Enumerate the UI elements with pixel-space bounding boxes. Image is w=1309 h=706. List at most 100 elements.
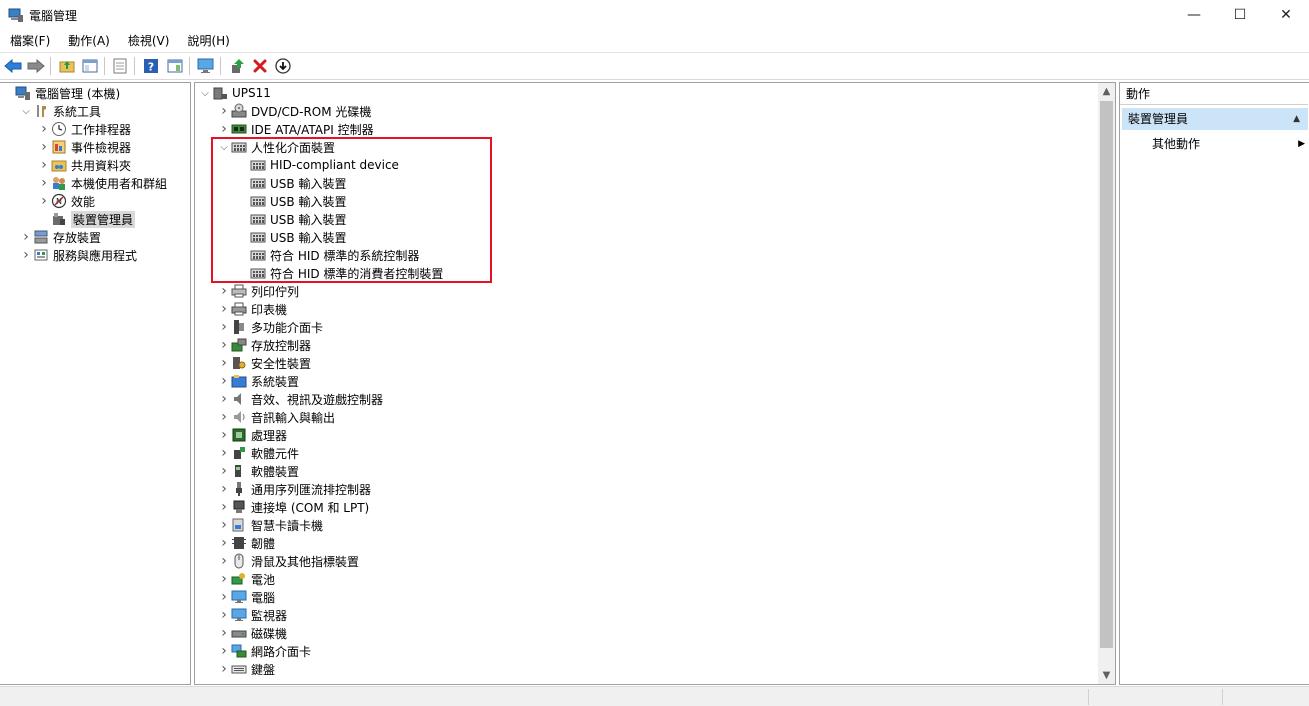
- collapse-chevron-icon[interactable]: ›: [217, 102, 231, 120]
- collapse-chevron-icon[interactable]: ›: [217, 534, 231, 552]
- collapse-chevron-icon[interactable]: ›: [217, 354, 231, 372]
- collapse-chevron-icon[interactable]: ›: [217, 318, 231, 336]
- device-tree-item[interactable]: › 通用序列匯流排控制器: [217, 480, 371, 498]
- console-tree-item[interactable]: › 本機使用者和群組: [37, 174, 167, 192]
- device-tree-item[interactable]: › 連接埠 (COM 和 LPT): [217, 498, 369, 516]
- forward-button[interactable]: [26, 56, 46, 76]
- device-tree-item[interactable]: › 軟體元件: [217, 444, 299, 462]
- device-tree-item[interactable]: › 處理器: [217, 426, 287, 444]
- expand-chevron-icon[interactable]: ⌵: [217, 138, 231, 156]
- device-tree-item[interactable]: › 網路介面卡: [217, 642, 311, 660]
- device-tree-item[interactable]: › 印表機: [217, 300, 287, 318]
- collapse-chevron-icon[interactable]: ›: [217, 516, 231, 534]
- device-tree-item[interactable]: 符合 HID 標準的系統控制器: [236, 246, 419, 264]
- collapse-chevron-icon[interactable]: ›: [217, 552, 231, 570]
- collapse-chevron-icon[interactable]: ›: [217, 120, 231, 138]
- console-tree-item[interactable]: 裝置管理員: [37, 210, 136, 228]
- device-tree-item[interactable]: HID-compliant device: [236, 156, 399, 174]
- console-tree-item[interactable]: › 共用資料夾: [37, 156, 131, 174]
- device-tree-item[interactable]: USB 輸入裝置: [236, 228, 346, 246]
- device-tree-item[interactable]: ⌵ 人性化介面裝置: [217, 138, 335, 156]
- collapse-chevron-icon[interactable]: ›: [37, 120, 51, 138]
- device-tree-item[interactable]: 符合 HID 標準的消費者控制裝置: [236, 264, 443, 282]
- collapse-icon[interactable]: ▲: [1293, 108, 1300, 130]
- menu-help[interactable]: 說明(H): [177, 31, 237, 51]
- collapse-chevron-icon[interactable]: ›: [217, 408, 231, 426]
- device-tree-item[interactable]: › 安全性裝置: [217, 354, 311, 372]
- collapse-chevron-icon[interactable]: ›: [37, 156, 51, 174]
- properties-button[interactable]: [110, 56, 130, 76]
- collapse-chevron-icon[interactable]: ›: [217, 642, 231, 660]
- collapse-chevron-icon[interactable]: ›: [217, 300, 231, 318]
- action-pane-button[interactable]: [165, 56, 185, 76]
- scrollbar-thumb[interactable]: [1100, 101, 1113, 648]
- menu-view[interactable]: 檢視(V): [118, 31, 178, 51]
- console-tree-item[interactable]: › N 效能: [37, 192, 95, 210]
- device-tree-item[interactable]: ⌵ UPS11: [198, 84, 271, 102]
- disable-device-button[interactable]: [273, 56, 293, 76]
- console-tree-item[interactable]: › 服務與應用程式: [19, 246, 137, 264]
- device-tree-item[interactable]: › 列印佇列: [217, 282, 299, 300]
- collapse-chevron-icon[interactable]: ›: [217, 570, 231, 588]
- device-tree-item[interactable]: › 系統裝置: [217, 372, 299, 390]
- collapse-chevron-icon[interactable]: ›: [217, 480, 231, 498]
- uninstall-device-button[interactable]: [250, 56, 270, 76]
- menu-action[interactable]: 動作(A): [58, 31, 118, 51]
- collapse-chevron-icon[interactable]: ›: [37, 138, 51, 156]
- collapse-chevron-icon[interactable]: ›: [19, 228, 33, 246]
- collapse-chevron-icon[interactable]: ›: [217, 390, 231, 408]
- device-tree-item[interactable]: › IDE ATA/ATAPI 控制器: [217, 120, 373, 138]
- device-tree-item[interactable]: › 電腦: [217, 588, 275, 606]
- scroll-down-icon[interactable]: ▼: [1098, 667, 1115, 684]
- device-tree-item[interactable]: › 音效、視訊及遊戲控制器: [217, 390, 383, 408]
- scan-hardware-button[interactable]: [196, 56, 216, 76]
- more-actions-item[interactable]: 其他動作 ▶: [1152, 134, 1307, 154]
- collapse-chevron-icon[interactable]: ›: [217, 426, 231, 444]
- expand-chevron-icon[interactable]: ⌵: [19, 102, 33, 120]
- menu-file[interactable]: 檔案(F): [0, 31, 58, 51]
- update-driver-button[interactable]: [227, 56, 247, 76]
- collapse-chevron-icon[interactable]: ›: [217, 282, 231, 300]
- device-tree-item[interactable]: USB 輸入裝置: [236, 210, 346, 228]
- device-tree-item[interactable]: › 電池: [217, 570, 275, 588]
- collapse-chevron-icon[interactable]: ›: [217, 606, 231, 624]
- collapse-chevron-icon[interactable]: ›: [37, 174, 51, 192]
- device-tree-item[interactable]: › 磁碟機: [217, 624, 287, 642]
- vertical-scrollbar[interactable]: ▲ ▼: [1098, 83, 1115, 684]
- up-folder-button[interactable]: [57, 56, 77, 76]
- device-tree-item[interactable]: › 鍵盤: [217, 660, 275, 678]
- show-hide-tree-button[interactable]: [80, 56, 100, 76]
- back-button[interactable]: [3, 56, 23, 76]
- device-tree-item[interactable]: › 多功能介面卡: [217, 318, 323, 336]
- console-tree-item[interactable]: ⌵ 系統工具: [19, 102, 101, 120]
- collapse-chevron-icon[interactable]: ›: [19, 246, 33, 264]
- collapse-chevron-icon[interactable]: ›: [217, 624, 231, 642]
- console-tree-item[interactable]: › 工作排程器: [37, 120, 131, 138]
- minimize-button[interactable]: —: [1171, 0, 1217, 30]
- collapse-chevron-icon[interactable]: ›: [37, 192, 51, 210]
- device-tree-item[interactable]: USB 輸入裝置: [236, 192, 346, 210]
- device-tree-item[interactable]: › 韌體: [217, 534, 275, 552]
- maximize-button[interactable]: ☐: [1217, 0, 1263, 30]
- console-tree-item[interactable]: › 事件檢視器: [37, 138, 131, 156]
- device-tree-item[interactable]: › 存放控制器: [217, 336, 311, 354]
- collapse-chevron-icon[interactable]: ›: [217, 462, 231, 480]
- collapse-chevron-icon[interactable]: ›: [217, 660, 231, 678]
- collapse-chevron-icon[interactable]: ›: [217, 498, 231, 516]
- expand-chevron-icon[interactable]: ⌵: [198, 84, 212, 102]
- device-tree-item[interactable]: › 軟體裝置: [217, 462, 299, 480]
- console-tree-item[interactable]: 電腦管理 (本機): [1, 84, 120, 102]
- console-tree-item[interactable]: › 存放裝置: [19, 228, 101, 246]
- collapse-chevron-icon[interactable]: ›: [217, 372, 231, 390]
- close-button[interactable]: ✕: [1263, 0, 1309, 30]
- device-tree-item[interactable]: › DVD/CD-ROM 光碟機: [217, 102, 371, 120]
- help-button[interactable]: ?: [141, 56, 161, 76]
- device-tree-item[interactable]: › 滑鼠及其他指標裝置: [217, 552, 359, 570]
- device-tree-item[interactable]: USB 輸入裝置: [236, 174, 346, 192]
- collapse-chevron-icon[interactable]: ›: [217, 588, 231, 606]
- device-tree-item[interactable]: › 音訊輸入與輸出: [217, 408, 335, 426]
- collapse-chevron-icon[interactable]: ›: [217, 336, 231, 354]
- device-tree-item[interactable]: › 監視器: [217, 606, 287, 624]
- scroll-up-icon[interactable]: ▲: [1098, 83, 1115, 100]
- device-tree-item[interactable]: › 智慧卡讀卡機: [217, 516, 323, 534]
